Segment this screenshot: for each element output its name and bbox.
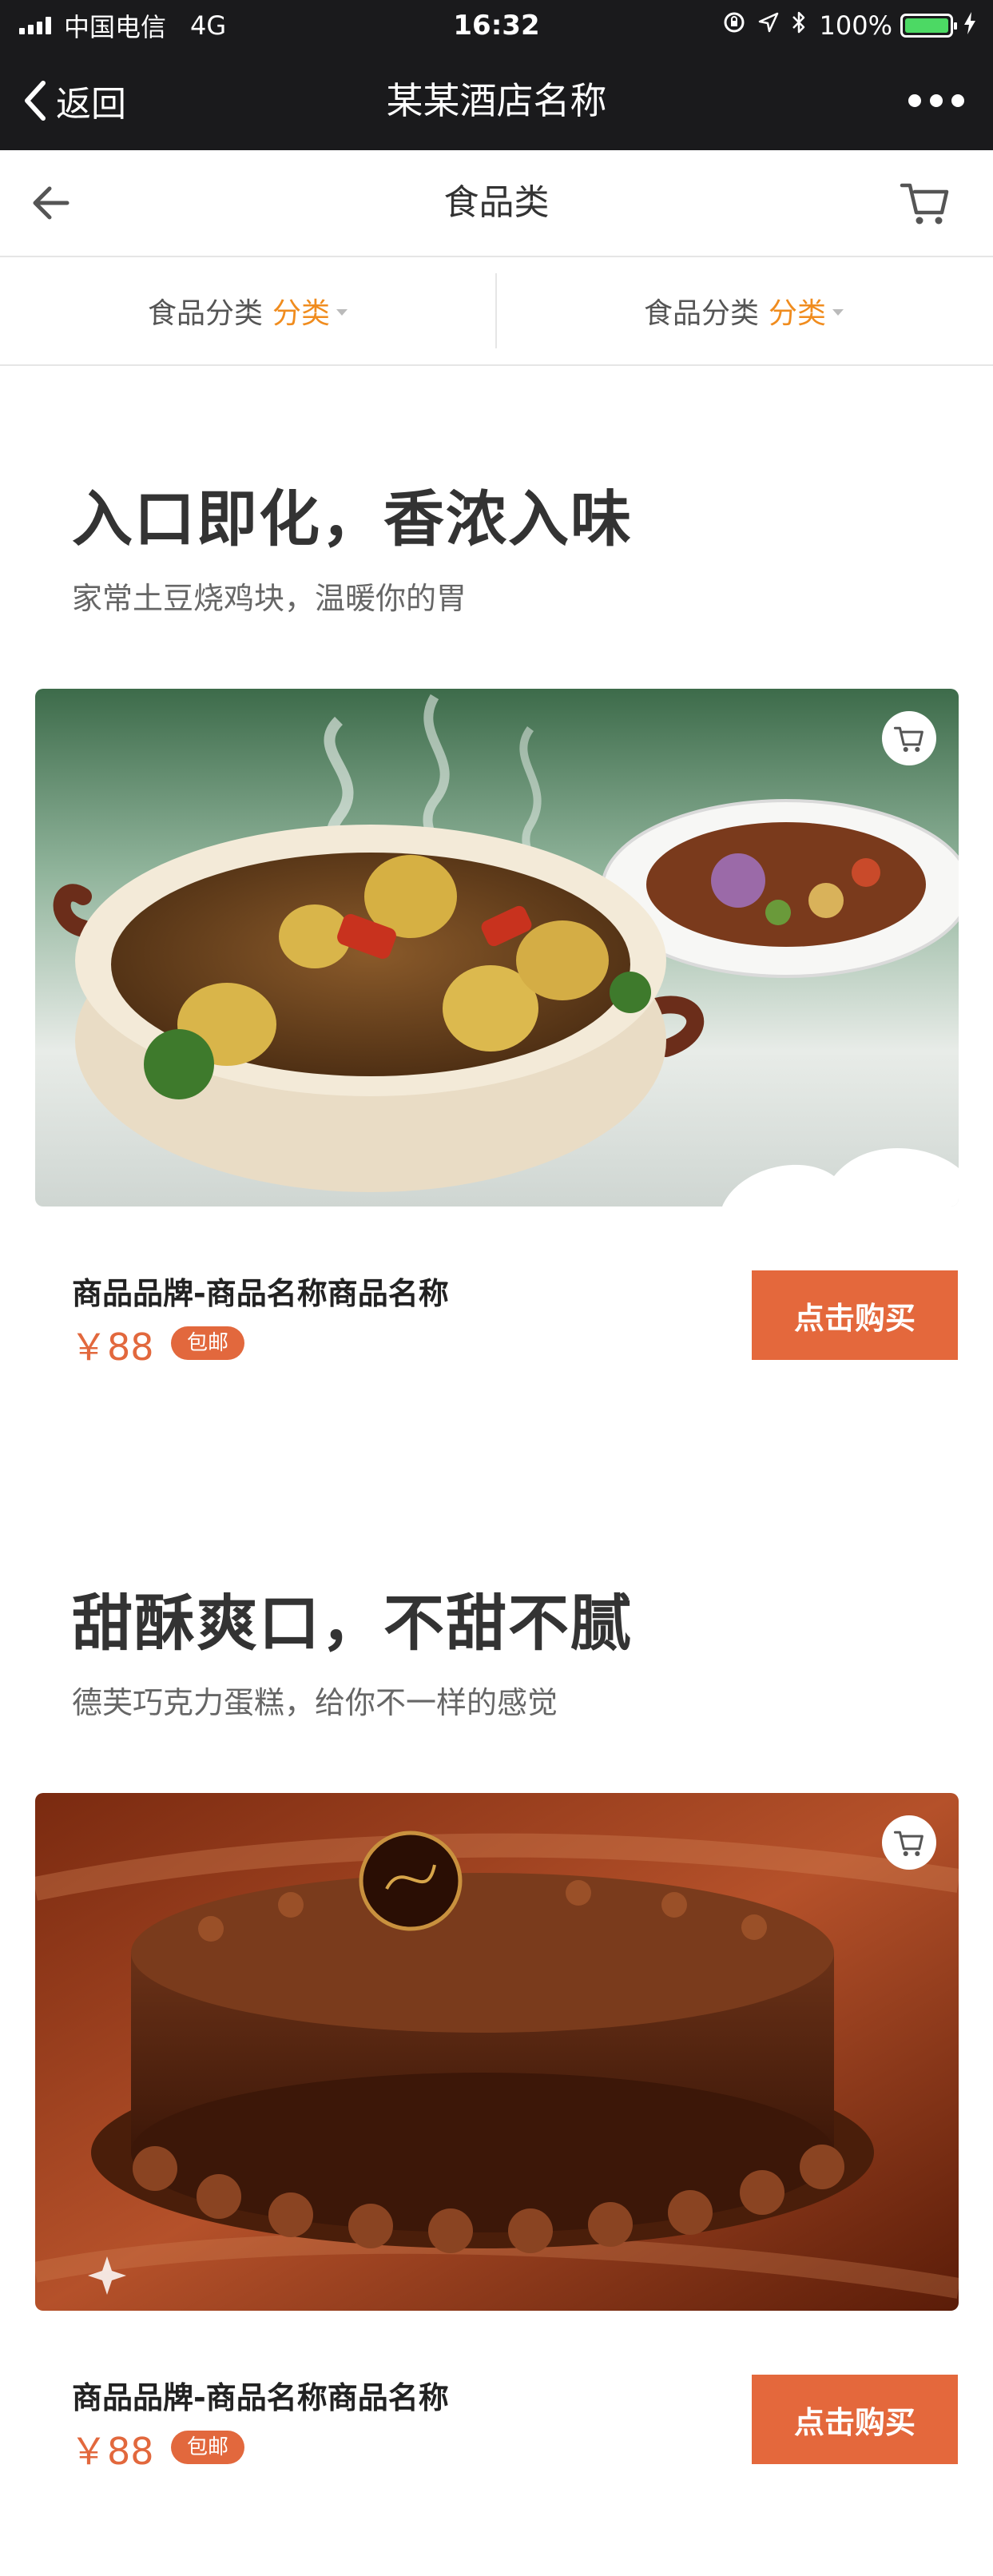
top-bar: 中国电信 4G 16:32 100% 返回 某某酒店名称 [0,0,993,150]
sub-header: 食品类 [0,150,993,257]
free-shipping-badge: 包邮 [171,1326,245,1360]
battery-fill [905,18,948,33]
product-name: 商品品牌-商品名称商品名称 [72,1276,449,1311]
cart-icon[interactable] [899,177,951,227]
free-shipping-badge: 包邮 [171,2431,245,2464]
add-to-cart-icon[interactable] [882,711,936,765]
nav-title: 某某酒店名称 [386,79,607,122]
page-title: 食品类 [443,182,550,223]
section-description: 家常土豆烧鸡块，温暖你的胃 [72,581,467,616]
charging-icon [963,11,977,41]
location-icon [757,11,780,40]
more-dots-icon[interactable] [908,83,964,118]
product-image-chocolate-cake[interactable] [35,1793,959,2311]
product-price: ￥88 [70,2430,154,2473]
product-image-braised-chicken[interactable] [35,689,959,1207]
filter-dropdown-2[interactable]: 食品分类 分类 [496,257,991,364]
add-to-cart-icon[interactable] [882,1815,936,1870]
battery-icon [900,14,957,38]
filter-label: 食品分类 [643,297,759,330]
buy-button[interactable]: 点击购买 [752,2375,958,2464]
filter-accent-label: 分类 [769,297,827,330]
filter-label: 食品分类 [147,297,263,330]
caret-down-icon [832,309,844,316]
filter-bar: 食品分类 分类 食品分类 分类 [0,257,993,366]
status-right: 100% [711,5,977,46]
filter-dropdown-1[interactable]: 食品分类 分类 [0,257,495,364]
product-section-1: 入口即化，香浓入味 家常土豆烧鸡块，温暖你的胃 商品品牌-商品名称商品名称 ￥8… [0,470,993,1397]
product-section-2: 甜酥爽口，不甜不腻 德芙巧克力蛋糕，给你不一样的感觉 商品品牌-商品名称商品名称… [0,1574,993,2501]
section-headline: 甜酥爽口，不甜不腻 [72,1588,633,1659]
product-name: 商品品牌-商品名称商品名称 [72,2380,449,2415]
buy-button[interactable]: 点击购买 [752,1270,958,1360]
page: 中国电信 4G 16:32 100% 返回 某某酒店名称 食品类 食品分类 分类… [0,0,993,2576]
rotation-lock-icon [722,10,746,41]
product-price: ￥88 [70,1326,154,1369]
caret-down-icon [336,309,348,316]
section-description: 德芙巧克力蛋糕，给你不一样的感觉 [72,1685,558,1720]
nav-bar: 返回 某某酒店名称 [0,51,993,150]
section-headline: 入口即化，香浓入味 [72,483,633,555]
filter-accent-label: 分类 [272,297,331,330]
bluetooth-icon [791,10,807,42]
battery-percent: 100% [819,10,892,41]
status-bar: 中国电信 4G 16:32 100% [0,0,993,51]
